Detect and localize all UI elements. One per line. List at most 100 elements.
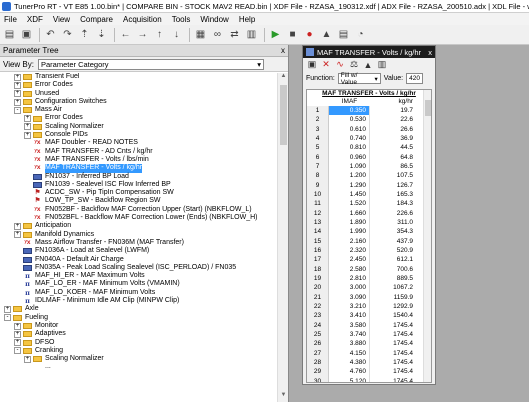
tree-item[interactable]: FN1036A - Load at Sealevel (LWFM)	[0, 247, 278, 255]
axis-cell[interactable]: 2.810	[329, 273, 370, 284]
scroll-thumb[interactable]	[425, 100, 431, 116]
tree-item[interactable]: - Mass Air	[0, 106, 278, 114]
axis-cell[interactable]: 3.580	[329, 320, 370, 330]
value-cell[interactable]: 1745.4	[370, 377, 415, 382]
tree-item[interactable]: ʸx MAF TRANSFER - Volts / lbs/min	[0, 156, 278, 164]
value-cell[interactable]: 520.9	[370, 246, 415, 255]
tree-item[interactable]: - Cranking	[0, 347, 278, 355]
row-number[interactable]: 4	[307, 133, 329, 144]
axis-cell[interactable]: 0.960	[329, 152, 370, 162]
book-icon[interactable]: ▥	[376, 59, 388, 70]
scroll-up-icon[interactable]: ▲	[278, 73, 289, 83]
value-cell[interactable]: 1745.4	[370, 321, 415, 330]
axis-cell[interactable]: 2.320	[329, 245, 370, 256]
row-number[interactable]: 17	[307, 255, 329, 265]
grid-icon[interactable]: ▥	[244, 27, 259, 42]
tree-item[interactable]: + Transient Fuel	[0, 73, 278, 81]
save-icon[interactable]: ▣	[306, 59, 318, 70]
menu-window[interactable]: Window	[200, 15, 228, 24]
right-arrow-icon[interactable]: →	[135, 27, 150, 42]
axis-cell[interactable]: 3.740	[329, 329, 370, 340]
close-icon[interactable]: x	[428, 48, 432, 57]
menu-compare[interactable]: Compare	[80, 15, 113, 24]
axis-cell[interactable]: 3.880	[329, 339, 370, 349]
tree-item[interactable]: ʸx MAF TRANSFER - AD Cnts / kg/hr	[0, 148, 278, 156]
value-cell[interactable]: 889.5	[370, 274, 415, 283]
expand-icon[interactable]: +	[14, 81, 21, 89]
tree-item[interactable]: ⚑ ACDC_SW - Pip TipIn Compensation SW	[0, 189, 278, 197]
axis-cell[interactable]: 1.450	[329, 189, 370, 200]
row-number[interactable]: 9	[307, 180, 329, 190]
scroll-down-icon[interactable]: ▼	[278, 392, 289, 402]
menu-xdf[interactable]: XDF	[27, 15, 43, 24]
tree-item[interactable]: + Axle	[0, 305, 278, 313]
tree-item[interactable]: - Fueling	[0, 314, 278, 322]
axis-cell[interactable]: 3.000	[329, 283, 370, 293]
stop-icon[interactable]: ■	[285, 27, 300, 42]
row-number[interactable]: 29	[307, 367, 329, 377]
row-number[interactable]: 26	[307, 339, 329, 349]
axis-cell[interactable]: 1.200	[329, 171, 370, 181]
row-number[interactable]: 10	[307, 189, 329, 200]
row-number[interactable]: 14	[307, 227, 329, 237]
expand-icon[interactable]: +	[24, 131, 31, 139]
row-number[interactable]: 25	[307, 329, 329, 340]
undo-icon[interactable]: ↶	[43, 27, 58, 42]
axis-cell[interactable]: 1.090	[329, 161, 370, 172]
value-cell[interactable]: 1745.4	[370, 367, 415, 376]
value-cell[interactable]: 86.5	[370, 162, 415, 171]
tree-item[interactable]: ...	[0, 363, 278, 371]
row-number[interactable]: 1	[307, 106, 329, 116]
tree-item[interactable]: ʸx FN052BF - Backflow MAF Correction Uppe…	[0, 206, 278, 214]
axis-cell[interactable]: 1.520	[329, 199, 370, 209]
value-cell[interactable]: 19.7	[370, 106, 415, 115]
value-cell[interactable]: 226.6	[370, 209, 415, 218]
axis-cell[interactable]: 4.760	[329, 367, 370, 377]
row-number[interactable]: 21	[307, 292, 329, 302]
value-cell[interactable]: 1745.4	[370, 349, 415, 358]
tree-item[interactable]: π MAF_HI_ER - MAF Maximum Volts	[0, 272, 278, 280]
tree-item[interactable]: FN1037 - Inferred BP Load	[0, 173, 278, 181]
upload-icon[interactable]: ⇡	[77, 27, 92, 42]
row-number[interactable]: 3	[307, 124, 329, 134]
value-cell[interactable]: 1067.2	[370, 283, 415, 292]
tree-item[interactable]: ⚑ LOW_TP_SW - Backflow Region SW	[0, 197, 278, 205]
value-cell[interactable]: 700.6	[370, 265, 415, 274]
tree-item[interactable]: + Manifold Dynamics	[0, 231, 278, 239]
row-number[interactable]: 12	[307, 208, 329, 218]
expand-icon[interactable]: +	[14, 73, 21, 81]
down-arrow-icon[interactable]: ↓	[169, 27, 184, 42]
axis-cell[interactable]: 5.120	[329, 376, 370, 382]
axis-cell[interactable]: 3.090	[329, 292, 370, 302]
value-cell[interactable]: 1159.9	[370, 293, 415, 302]
collapse-icon[interactable]: -	[14, 347, 21, 355]
value-cell[interactable]: 36.9	[370, 134, 415, 143]
tree-item[interactable]: ʸx MAF TRANSFER - Volts / kg/hr	[0, 164, 278, 173]
left-arrow-icon[interactable]: ←	[118, 27, 133, 42]
table-icon[interactable]: ▤	[336, 27, 351, 42]
tree-item[interactable]: + Monitor	[0, 322, 278, 330]
row-number[interactable]: 27	[307, 348, 329, 358]
row-number[interactable]: 7	[307, 161, 329, 172]
tree-item[interactable]: FN040A - Default Air Charge	[0, 256, 278, 264]
cancel-icon[interactable]: ✕	[320, 59, 332, 70]
axis-cell[interactable]: 4.150	[329, 348, 370, 358]
tree-item[interactable]: π MAF_LO_KOER - MAF Minimum Volts	[0, 289, 278, 297]
expand-icon[interactable]: +	[14, 330, 21, 338]
value-cell[interactable]: 1745.4	[370, 339, 415, 348]
tree-item[interactable]: ʸx Mass Airflow Transfer - FN036M (MAF Tr…	[0, 239, 278, 247]
collapse-icon[interactable]: -	[14, 106, 21, 114]
row-number[interactable]: 15	[307, 236, 329, 246]
view-by-select[interactable]: Parameter Category ▾	[37, 58, 264, 70]
download-icon[interactable]: ⇣	[94, 27, 109, 42]
axis-cell[interactable]: 0.530	[329, 115, 370, 125]
expand-icon[interactable]: +	[14, 231, 21, 239]
scroll-thumb[interactable]	[280, 85, 287, 145]
value-cell[interactable]: 1292.9	[370, 302, 415, 311]
chart-icon[interactable]: ▲	[362, 60, 374, 70]
open-icon[interactable]: ▤	[2, 27, 17, 42]
menu-file[interactable]: File	[4, 15, 17, 24]
axis-cell[interactable]: 3.210	[329, 301, 370, 312]
axis-cell[interactable]: 2.160	[329, 236, 370, 246]
value-cell[interactable]: 1745.4	[370, 358, 415, 367]
